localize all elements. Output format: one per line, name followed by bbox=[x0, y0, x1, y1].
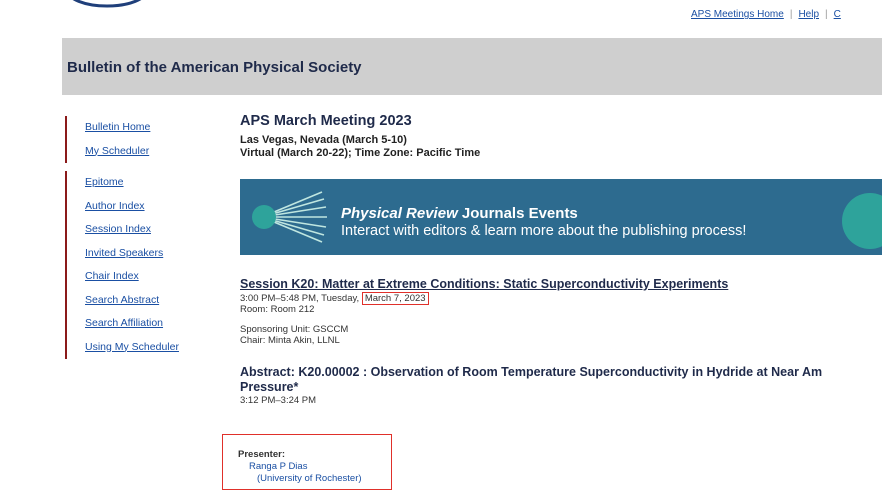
header-bar: Bulletin of the American Physical Societ… bbox=[62, 38, 882, 95]
top-nav: APS Meetings Home | Help | C bbox=[691, 9, 841, 20]
sidebar-item-search-abstract[interactable]: Search Abstract bbox=[85, 289, 215, 313]
abstract-title: Abstract: K20.00002 : Observation of Roo… bbox=[240, 365, 823, 379]
session-date-highlight: March 7, 2023 bbox=[361, 292, 429, 305]
abstract-time: 3:12 PM–3:24 PM bbox=[240, 395, 317, 406]
meeting-virtual-line: Virtual (March 20-22); Time Zone: Pacifi… bbox=[240, 147, 481, 159]
session-block: Session K20: Matter at Extreme Condition… bbox=[240, 277, 882, 346]
banner-subtitle: Interact with editors & learn more about… bbox=[341, 223, 747, 239]
sidebar-item-invited-speakers[interactable]: Invited Speakers bbox=[85, 242, 215, 266]
aps-logo[interactable]: APS bbox=[62, 0, 182, 28]
main-content: APS March Meeting 2023 Las Vegas, Nevada… bbox=[240, 113, 882, 406]
sidebar-item-search-affiliation[interactable]: Search Affiliation bbox=[85, 312, 215, 336]
abstract-block: Abstract: K20.00002 : Observation of Roo… bbox=[240, 365, 882, 406]
session-chair: Chair: Minta Akin, LLNL bbox=[240, 335, 340, 346]
session-time: 3:00 PM–5:48 PM, Tuesday, March 7, 2023 bbox=[240, 292, 882, 305]
presenter-highlight-box: Presenter: Ranga P Dias (University of R… bbox=[222, 434, 392, 490]
svg-text:APS: APS bbox=[72, 0, 125, 4]
contact-link[interactable]: C bbox=[834, 9, 841, 20]
nav-separator: | bbox=[825, 9, 828, 20]
presenter-name[interactable]: Ranga P Dias bbox=[249, 461, 307, 472]
presenter-affiliation[interactable]: (University of Rochester) bbox=[257, 473, 362, 484]
sidebar-item-using-my-scheduler[interactable]: Using My Scheduler bbox=[85, 336, 215, 360]
sidebar: Bulletin Home My Scheduler Epitome Autho… bbox=[65, 116, 215, 359]
meetings-home-link[interactable]: APS Meetings Home bbox=[691, 9, 784, 20]
session-title-link[interactable]: Session K20: Matter at Extreme Condition… bbox=[240, 277, 882, 291]
nav-separator: | bbox=[789, 9, 793, 20]
help-link[interactable]: Help bbox=[798, 9, 819, 20]
banner-headline: Physical Review Journals Events bbox=[341, 205, 578, 222]
sunburst-icon bbox=[252, 191, 327, 243]
sidebar-item-epitome[interactable]: Epitome bbox=[85, 171, 215, 195]
physical-review-banner[interactable]: Physical Review Journals Events Interact… bbox=[240, 179, 882, 255]
session-sponsor: Sponsoring Unit: GSCCM bbox=[240, 324, 349, 335]
sidebar-item-session-index[interactable]: Session Index bbox=[85, 218, 215, 242]
abstract-title-continued: Pressure* bbox=[240, 380, 299, 394]
sidebar-item-chair-index[interactable]: Chair Index bbox=[85, 265, 215, 289]
presenter-label: Presenter: bbox=[238, 449, 285, 460]
meeting-location: Las Vegas, Nevada (March 5-10) Virtual (… bbox=[240, 134, 882, 160]
sidebar-group-secondary: Epitome Author Index Session Index Invit… bbox=[65, 171, 215, 359]
meeting-title: APS March Meeting 2023 bbox=[240, 113, 412, 129]
banner-circle-graphic bbox=[842, 193, 882, 249]
sidebar-item-my-scheduler[interactable]: My Scheduler bbox=[85, 140, 215, 164]
session-room: Room: Room 212 bbox=[240, 304, 315, 315]
meeting-location-line: Las Vegas, Nevada (March 5-10) bbox=[240, 134, 407, 146]
sidebar-group-primary: Bulletin Home My Scheduler bbox=[65, 116, 215, 163]
sidebar-item-bulletin-home[interactable]: Bulletin Home bbox=[85, 116, 215, 140]
bulletin-title: Bulletin of the American Physical Societ… bbox=[67, 59, 362, 76]
sidebar-item-author-index[interactable]: Author Index bbox=[85, 195, 215, 219]
